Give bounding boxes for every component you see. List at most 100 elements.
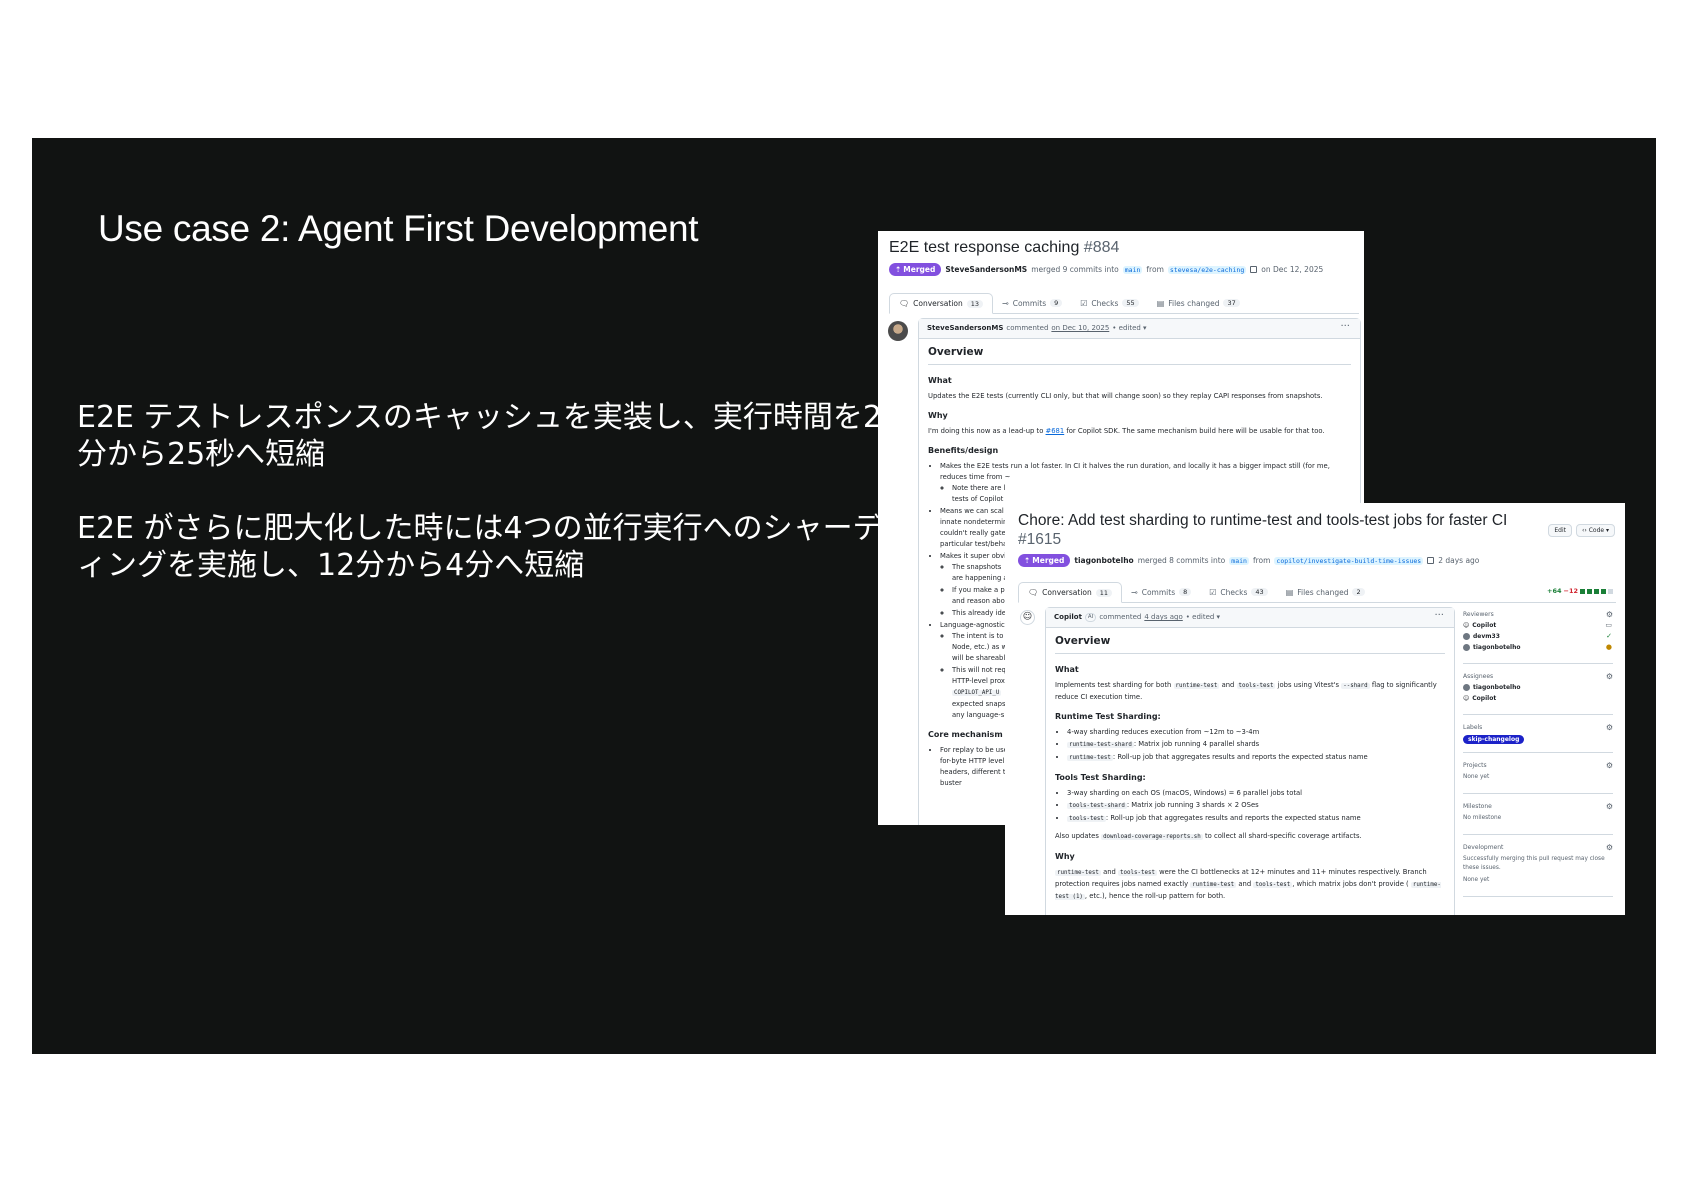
labels-section: Labels ⚙ skip-changelog: [1463, 720, 1613, 753]
gear-icon[interactable]: ⚙: [1606, 761, 1613, 770]
tab-commits[interactable]: ⊸ Commits 9: [993, 293, 1071, 313]
copilot-avatar-icon[interactable]: ☺: [1020, 610, 1035, 625]
milestone-heading: Milestone: [1463, 803, 1492, 810]
list-item-text: : Roll-up job that aggregates results an…: [1112, 753, 1368, 761]
list-item-text: are happening a: [952, 574, 1008, 582]
commit-icon: ⊸: [1002, 298, 1009, 308]
overview-heading: Overview: [928, 347, 1351, 365]
runtime-sharding-list: 4-way sharding reduces execution from ~1…: [1055, 727, 1445, 764]
list-item-text: expected snaps: [952, 700, 1006, 708]
pr-author[interactable]: tiagonbotelho: [1074, 556, 1133, 565]
tools-sharding-list: 3-way sharding on each OS (macOS, Window…: [1055, 788, 1445, 825]
head-branch[interactable]: stevesa/e2e-caching: [1167, 265, 1247, 274]
issue-link[interactable]: #681: [1046, 427, 1065, 435]
reviewer-item[interactable]: tiagonbotelho ●: [1463, 643, 1613, 651]
tab-conversation[interactable]: 🗨 Conversation 13: [889, 293, 994, 314]
pr-meta: ⇡ Merged tiagonbotelho merged 8 commits i…: [1018, 554, 1479, 567]
diffstat-block: [1594, 588, 1599, 594]
gear-icon[interactable]: ⚙: [1606, 672, 1613, 681]
development-section: Development ⚙ Successfully merging this …: [1463, 840, 1613, 897]
base-branch[interactable]: main: [1229, 556, 1249, 565]
ai-badge: AI: [1084, 613, 1097, 622]
assignee-item[interactable]: ☺ Copilot: [1463, 695, 1613, 702]
list-item-text: innate nondetermin: [940, 518, 1008, 526]
tools-sharding-heading: Tools Test Sharding:: [1055, 773, 1146, 782]
comment-author[interactable]: SteveSandersonMS: [927, 324, 1003, 333]
projects-heading: Projects: [1463, 762, 1487, 769]
tab-count: 55: [1122, 299, 1139, 307]
copy-icon[interactable]: [1250, 266, 1258, 273]
tab-commits[interactable]: ⊸ Commits 8: [1122, 582, 1200, 602]
list-item: tools-test-shard: Matrix job running 3 s…: [1067, 800, 1445, 812]
slide: Use case 2: Agent First Development E2E …: [32, 138, 1656, 1054]
comment-verb: commented: [1006, 324, 1049, 332]
reviewer-name: devm33: [1473, 633, 1500, 640]
conversation-icon: 🗨: [899, 299, 910, 308]
text: to collect all shard-specific coverage a…: [1204, 832, 1362, 840]
list-item-text: and reason abo: [952, 597, 1005, 605]
pr-author[interactable]: SteveSandersonMS: [945, 265, 1027, 274]
pr-title-text: E2E test response caching: [889, 239, 1080, 256]
code-button[interactable]: ‹› Code ▾: [1576, 524, 1615, 537]
gear-icon[interactable]: ⚙: [1606, 610, 1613, 619]
tab-files-changed[interactable]: ▤ Files changed 37: [1148, 293, 1249, 313]
comment-header: SteveSandersonMS commented on Dec 10, 20…: [919, 319, 1360, 339]
kebab-menu-icon[interactable]: ···: [1340, 321, 1350, 332]
list-item-text: any language-s: [952, 711, 1005, 719]
tab-conversation[interactable]: 🗨 Conversation 11: [1018, 582, 1123, 603]
gear-icon[interactable]: ⚙: [1606, 843, 1613, 852]
comment-date[interactable]: on Dec 10, 2025: [1051, 324, 1109, 333]
list-item-text: Makes it super obvi: [940, 552, 1007, 560]
list-item-text: tests of Copilot: [952, 495, 1004, 503]
label-pill[interactable]: skip-changelog: [1463, 735, 1525, 744]
list-item-text: For replay to be use: [940, 746, 1008, 754]
avatar: [1463, 633, 1470, 640]
tab-checks[interactable]: ☑ Checks 43: [1200, 582, 1276, 602]
tab-checks[interactable]: ☑ Checks 55: [1071, 293, 1147, 313]
head-branch[interactable]: copilot/investigate-build-time-issues: [1274, 556, 1424, 565]
merged-badge-label: Merged: [1032, 556, 1065, 565]
tab-files-changed[interactable]: ▤ Files changed 2: [1277, 582, 1374, 602]
edit-button[interactable]: Edit: [1548, 524, 1572, 537]
conversation-icon: 🗨: [1028, 588, 1039, 597]
edited-dropdown[interactable]: • edited ▾: [1112, 324, 1146, 333]
comment-date[interactable]: 4 days ago: [1144, 613, 1182, 622]
assignee-item[interactable]: tiagonbotelho: [1463, 684, 1613, 691]
copy-icon[interactable]: [1427, 557, 1435, 564]
pr-title: E2E test response caching #884: [889, 239, 1119, 257]
diffstat-block: [1601, 588, 1606, 594]
comment-author[interactable]: Copilot: [1054, 613, 1082, 622]
inline-code: tools-test-shard: [1067, 803, 1127, 809]
commit-icon: ⊸: [1131, 587, 1138, 597]
avatar[interactable]: [888, 321, 908, 341]
runtime-sharding-heading: Runtime Test Sharding:: [1055, 712, 1161, 721]
what-heading: What: [928, 376, 952, 385]
reviewer-item[interactable]: ☺ Copilot ▭: [1463, 621, 1613, 629]
merged-badge: ⇡ Merged: [1018, 554, 1071, 567]
kebab-menu-icon[interactable]: ···: [1434, 610, 1444, 621]
edited-dropdown[interactable]: • edited ▾: [1186, 613, 1220, 622]
pending-dot-icon: ●: [1605, 643, 1612, 651]
gear-icon[interactable]: ⚙: [1606, 802, 1613, 811]
text: Implements test sharding for both: [1055, 681, 1172, 689]
list-item-text: headers, different t: [940, 768, 1006, 776]
file-diff-icon: ▤: [1285, 587, 1294, 597]
list-item-text: Makes the E2E tests run a lot faster. In…: [940, 462, 1330, 481]
list-item: Note there are l tests of Copilot: [952, 483, 1351, 505]
pr-title-text: Chore: Add test sharding to runtime-test…: [1018, 512, 1508, 529]
checklist-icon: ☑: [1209, 587, 1217, 597]
inline-code: tools-test: [1118, 870, 1157, 876]
labels-heading: Labels: [1463, 724, 1483, 731]
inline-code: runtime-test: [1190, 882, 1237, 888]
development-heading: Development: [1463, 844, 1504, 851]
reviewer-item[interactable]: devm33 ✓: [1463, 632, 1613, 640]
avatar: [1463, 684, 1470, 691]
also-updates-paragraph: Also updates download-coverage-reports.s…: [1055, 831, 1445, 843]
why-paragraph: I'm doing this now as a lead-up to #681 …: [928, 426, 1351, 437]
comment-body: Overview What Implements test sharding f…: [1046, 628, 1454, 915]
reviewer-name: tiagonbotelho: [1473, 644, 1521, 651]
list-item: 3-way sharding on each OS (macOS, Window…: [1067, 788, 1445, 799]
base-branch[interactable]: main: [1122, 265, 1143, 274]
gear-icon[interactable]: ⚙: [1606, 723, 1613, 732]
from-text: from: [1252, 556, 1271, 565]
